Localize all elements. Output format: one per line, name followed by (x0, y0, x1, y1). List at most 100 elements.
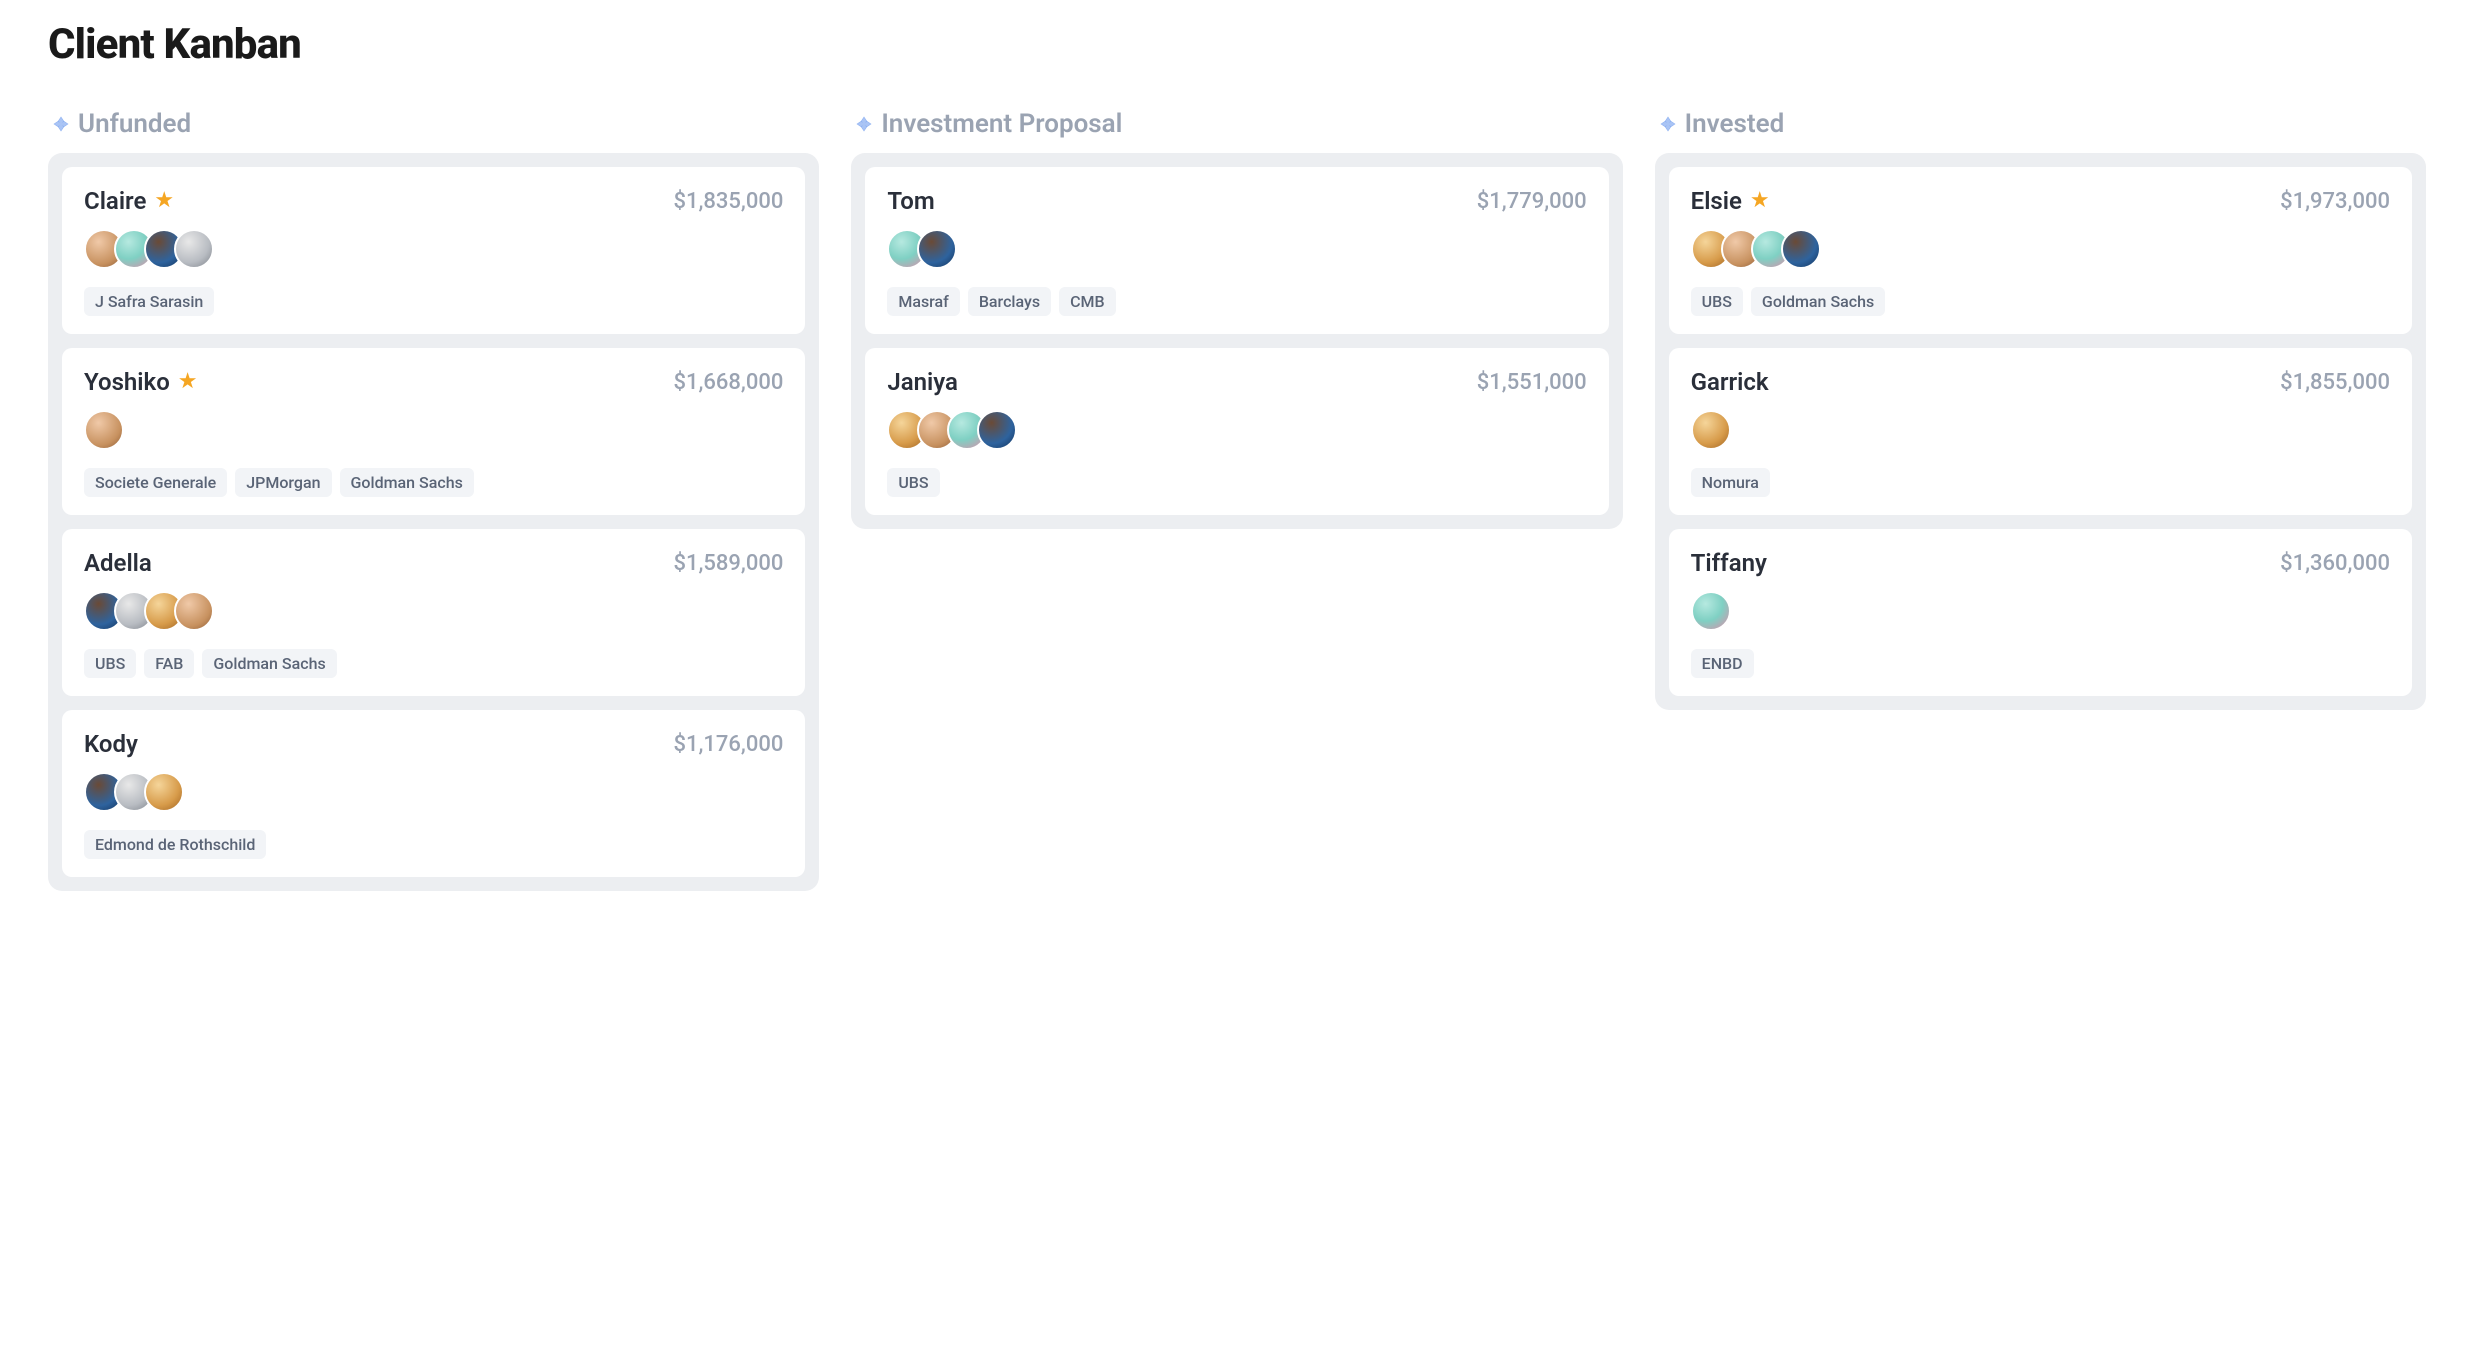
card-amount: $1,176,000 (673, 732, 783, 757)
avatar[interactable] (174, 591, 214, 631)
tag[interactable]: Goldman Sachs (1751, 287, 1885, 316)
kanban-card[interactable]: Yoshiko ★ $1,668,000 Societe Generale JPMorg… (62, 348, 805, 515)
card-name-wrap: Kody (84, 730, 138, 758)
card-name: Kody (84, 730, 138, 758)
card-amount: $1,779,000 (1477, 189, 1587, 214)
kanban-card[interactable]: Adella$1,589,000 UBS FAB Goldman Sachs (62, 529, 805, 696)
kanban-column: InvestedElsie★$1,973,000UBSGoldman Sachs… (1655, 109, 2426, 891)
card-header: Yoshiko ★ $1,668,000 (84, 368, 783, 396)
card-name-wrap: Garrick (1691, 368, 1769, 396)
card-amount: $1,551,000 (1477, 370, 1587, 395)
tag[interactable]: JPMorgan (235, 468, 331, 497)
kanban-card[interactable]: Tiffany $1,360,000 ENBD (1669, 529, 2412, 696)
card-header: Janiya $1,551,000 (887, 368, 1586, 396)
column-title: Unfunded (78, 109, 191, 139)
card-header: Adella$1,589,000 (84, 549, 783, 577)
card-header: Kody $1,176,000 (84, 730, 783, 758)
kanban-card[interactable]: Tom $1,779,000 Masraf Barclays CMB (865, 167, 1608, 334)
tag-list: Masraf Barclays CMB (887, 287, 1586, 316)
card-name: Elsie (1691, 187, 1742, 215)
tag[interactable]: J Safra Sarasin (84, 287, 214, 316)
card-header: Elsie★$1,973,000 (1691, 187, 2390, 215)
avatar-group (84, 410, 783, 450)
avatar-group (84, 229, 783, 269)
kanban-card[interactable]: Janiya $1,551,000 UBS (865, 348, 1608, 515)
avatar[interactable] (977, 410, 1017, 450)
tag[interactable]: Societe Generale (84, 468, 227, 497)
card-name-wrap: Yoshiko ★ (84, 368, 198, 396)
tag[interactable]: FAB (144, 649, 194, 678)
tag[interactable]: Edmond de Rothschild (84, 830, 266, 859)
card-name-wrap: Adella (84, 549, 152, 577)
column-body[interactable]: Tom $1,779,000 Masraf Barclays CMB Janiya $1,5… (851, 153, 1622, 529)
avatar-group (84, 772, 783, 812)
kanban-card[interactable]: Kody $1,176,000 Edmond de Rothschild (62, 710, 805, 877)
kanban-card[interactable]: Claire ★ $1,835,000 J Safra Sarasin (62, 167, 805, 334)
tag[interactable]: UBS (1691, 287, 1743, 316)
avatar[interactable] (1781, 229, 1821, 269)
card-name-wrap: Tiffany (1691, 549, 1767, 577)
card-amount: $1,835,000 (673, 189, 783, 214)
column-body[interactable]: Elsie★$1,973,000UBSGoldman SachsGarrick$… (1655, 153, 2426, 710)
card-header: Garrick $1,855,000 (1691, 368, 2390, 396)
column-header: Invested (1655, 109, 2426, 139)
tag-list: J Safra Sarasin (84, 287, 783, 316)
diamond-icon (52, 115, 70, 133)
avatar[interactable] (1691, 410, 1731, 450)
tag-list: Edmond de Rothschild (84, 830, 783, 859)
avatar[interactable] (174, 229, 214, 269)
card-header: Claire ★ $1,835,000 (84, 187, 783, 215)
diamond-icon (855, 115, 873, 133)
avatar-group (1691, 591, 2390, 631)
diamond-icon (1659, 115, 1677, 133)
column-body[interactable]: Claire ★ $1,835,000 J Safra Sarasin Yoshiko ★… (48, 153, 819, 891)
tag[interactable]: Goldman Sachs (202, 649, 336, 678)
page-title: Client Kanban (48, 20, 2426, 69)
card-name-wrap: Elsie ★ (1691, 187, 1770, 215)
card-name-wrap: Claire ★ (84, 187, 174, 215)
card-header: Tom $1,779,000 (887, 187, 1586, 215)
kanban-card[interactable]: Garrick $1,855,000 Nomura (1669, 348, 2412, 515)
card-name: Yoshiko (84, 368, 170, 396)
tag[interactable]: Nomura (1691, 468, 1770, 497)
tag[interactable]: Barclays (968, 287, 1051, 316)
avatar[interactable] (1691, 591, 1731, 631)
avatar[interactable] (144, 772, 184, 812)
avatar[interactable] (917, 229, 957, 269)
card-amount: $1,360,000 (2280, 551, 2390, 576)
card-name: Janiya (887, 368, 958, 396)
avatar-group (1691, 229, 2390, 269)
star-icon: ★ (1750, 190, 1770, 212)
tag-list: UBS (887, 468, 1586, 497)
tag-list: Societe Generale JPMorgan Goldman Sachs (84, 468, 783, 497)
column-header: Investment Proposal (851, 109, 1622, 139)
kanban-card[interactable]: Elsie★$1,973,000UBSGoldman Sachs (1669, 167, 2412, 334)
card-name-wrap: Tom (887, 187, 934, 215)
card-name: Tom (887, 187, 934, 215)
star-icon: ★ (178, 371, 198, 393)
avatar[interactable] (84, 410, 124, 450)
card-name: Adella (84, 549, 152, 577)
kanban-column: Unfunded Claire ★ $1,835,000 J Safra Sarasin… (48, 109, 819, 891)
tag-list: UBS FAB Goldman Sachs (84, 649, 783, 678)
avatar-group (84, 591, 783, 631)
card-name: Claire (84, 187, 146, 215)
kanban-board: Unfunded Claire ★ $1,835,000 J Safra Sarasin… (48, 109, 2426, 891)
tag[interactable]: Goldman Sachs (340, 468, 474, 497)
tag-list: UBS Goldman Sachs (1691, 287, 2390, 316)
card-name-wrap: Janiya (887, 368, 958, 396)
star-icon: ★ (154, 190, 174, 212)
tag[interactable]: UBS (887, 468, 939, 497)
tag[interactable]: CMB (1059, 287, 1116, 316)
avatar-group (887, 410, 1586, 450)
card-name: Tiffany (1691, 549, 1767, 577)
card-header: Tiffany $1,360,000 (1691, 549, 2390, 577)
tag[interactable]: UBS (84, 649, 136, 678)
tag[interactable]: ENBD (1691, 649, 1754, 678)
card-amount: $1,855,000 (2280, 370, 2390, 395)
avatar-group (1691, 410, 2390, 450)
tag[interactable]: Masraf (887, 287, 960, 316)
column-title: Invested (1685, 109, 1785, 139)
card-amount: $1,668,000 (673, 370, 783, 395)
tag-list: ENBD (1691, 649, 2390, 678)
